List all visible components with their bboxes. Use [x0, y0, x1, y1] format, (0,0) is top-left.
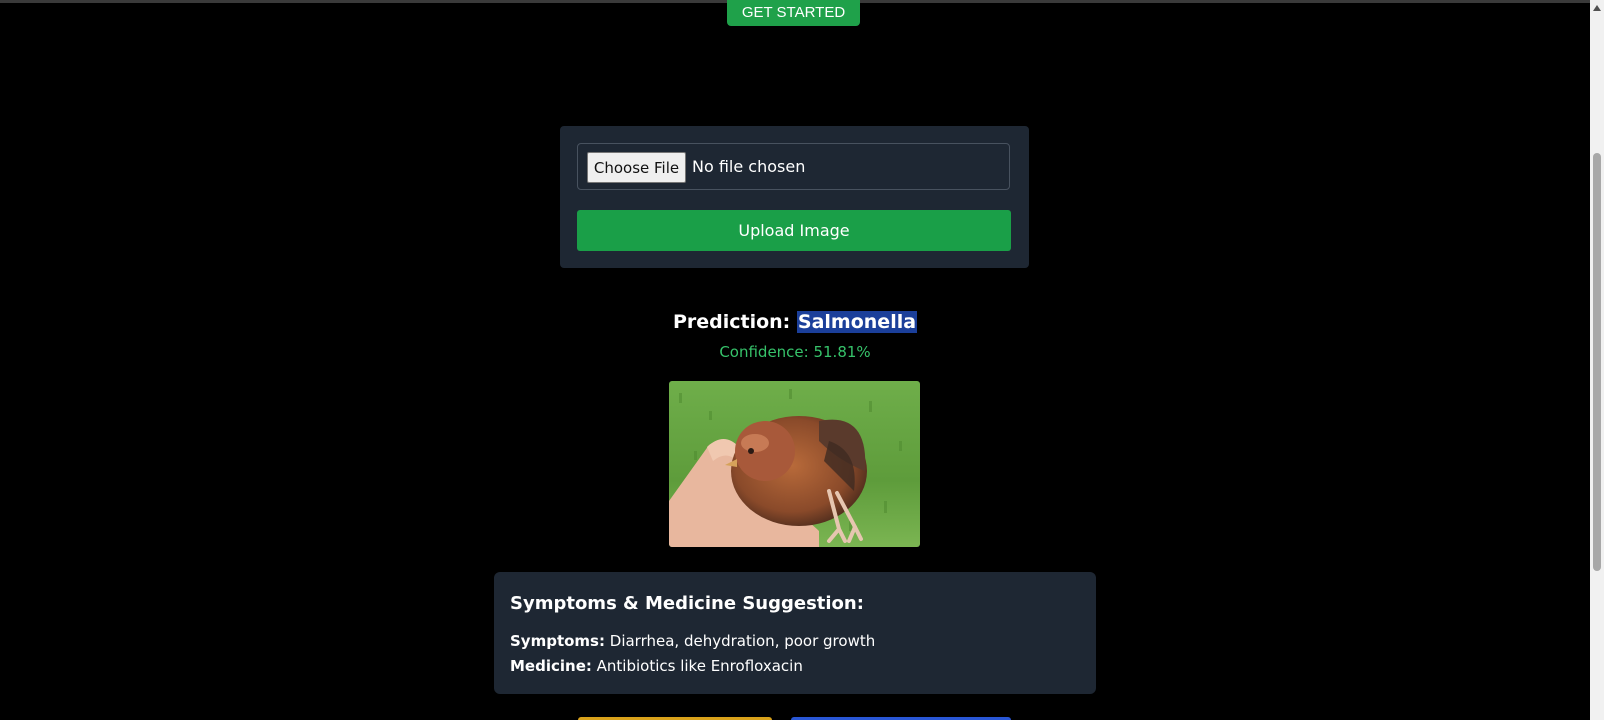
symptoms-value: Diarrhea, dehydration, poor growth — [609, 632, 876, 650]
scrollbar-thumb[interactable] — [1593, 153, 1601, 571]
scroll-up-arrow-icon[interactable] — [1593, 5, 1601, 11]
file-input[interactable]: Choose File No file chosen — [577, 143, 1010, 190]
medicine-label: Medicine: — [510, 657, 592, 675]
suggestion-title: Symptoms & Medicine Suggestion: — [510, 593, 864, 614]
get-started-button[interactable]: GET STARTED — [727, 0, 860, 26]
prediction-label: Prediction: — [672, 311, 791, 333]
upload-card: Choose File No file chosen Upload Image — [560, 126, 1029, 268]
choose-file-button[interactable]: Choose File — [587, 152, 686, 183]
symptoms-line: Symptoms: Diarrhea, dehydration, poor gr… — [510, 632, 875, 650]
confidence-text: Confidence: 51.81% — [719, 343, 871, 361]
file-status-text: No file chosen — [692, 157, 806, 176]
symptoms-label: Symptoms: — [510, 632, 605, 650]
prediction-value: Salmonella — [796, 311, 918, 333]
symptoms-medicine-card: Symptoms & Medicine Suggestion: Symptoms… — [494, 572, 1096, 694]
uploaded-chick-image — [669, 381, 920, 547]
upload-image-button[interactable]: Upload Image — [577, 210, 1011, 251]
vertical-scrollbar[interactable] — [1590, 0, 1604, 720]
medicine-value: Antibiotics like Enrofloxacin — [596, 657, 803, 675]
medicine-line: Medicine: Antibiotics like Enrofloxacin — [510, 657, 803, 675]
prediction-heading: Prediction: Salmonella — [0, 311, 1590, 333]
